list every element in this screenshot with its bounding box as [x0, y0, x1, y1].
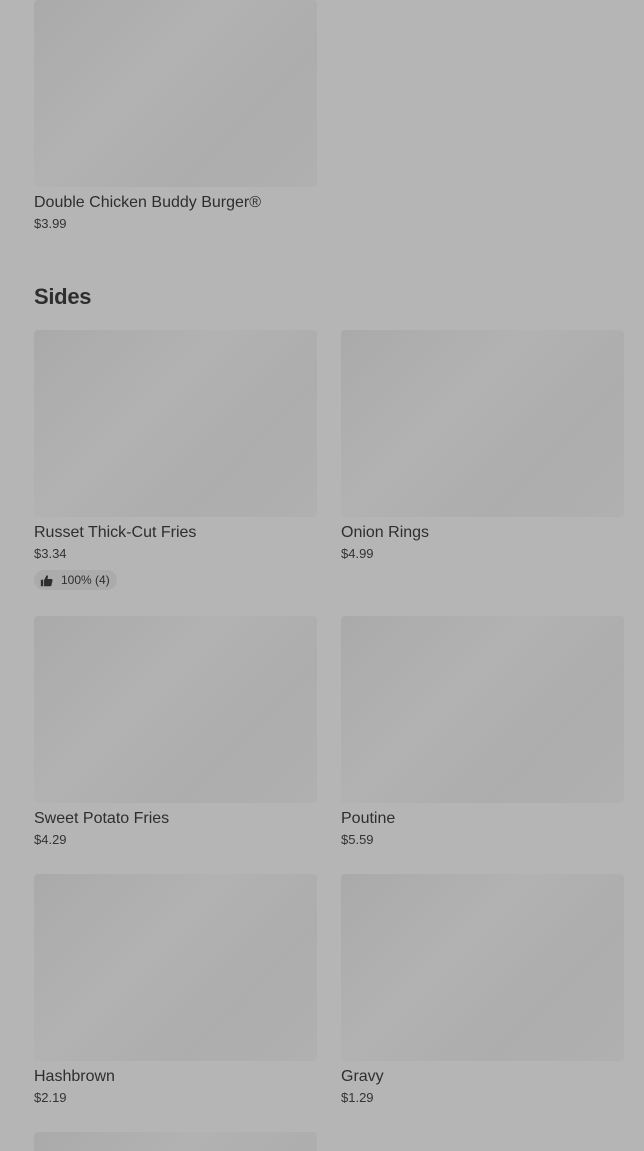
- menu-item-image[interactable]: [341, 330, 624, 517]
- menu-item-image[interactable]: [34, 330, 317, 517]
- menu-item-card[interactable]: Gravy $1.29: [341, 874, 624, 1106]
- thumbs-up-icon: [40, 574, 53, 586]
- menu-item-image[interactable]: [34, 874, 317, 1061]
- menu-item-card[interactable]: Onion Rings $4.99: [341, 330, 624, 562]
- menu-item-card[interactable]: Sweet Potato Fries $4.29: [34, 616, 317, 848]
- section-title-sides: Sides: [34, 284, 92, 309]
- menu-item-price: $1.29: [341, 1090, 374, 1105]
- menu-item-name: Gravy: [341, 1068, 384, 1085]
- menu-item-name: Russet Thick-Cut Fries: [34, 524, 197, 541]
- menu-item-image[interactable]: [341, 616, 624, 803]
- menu-item-price: $2.19: [34, 1090, 67, 1105]
- menu-item-price: $5.59: [341, 832, 374, 847]
- rating-text: 100% (4): [61, 573, 110, 587]
- menu-item-image[interactable]: [341, 874, 624, 1061]
- menu-item-name: Poutine: [341, 810, 396, 827]
- menu-item-name: Onion Rings: [341, 524, 430, 541]
- menu-item-image[interactable]: [34, 616, 317, 803]
- menu-item-price: $3.99: [34, 216, 67, 231]
- menu-item-name: Sweet Potato Fries: [34, 810, 170, 827]
- menu-item-card[interactable]: Russet Thick-Cut Fries $3.34 100% (4): [34, 330, 317, 592]
- menu-item-card[interactable]: Double Chicken Buddy Burger® $3.99: [34, 0, 317, 232]
- menu-item-name: Double Chicken Buddy Burger®: [34, 194, 262, 211]
- menu-item-card[interactable]: Hashbrown $2.19: [34, 874, 317, 1106]
- menu-item-name: Hashbrown: [34, 1068, 115, 1085]
- rating-badge: 100% (4): [34, 570, 117, 590]
- menu-page: Double Chicken Buddy Burger® $3.99 Sides…: [0, 0, 644, 1151]
- menu-item-image[interactable]: [34, 0, 317, 187]
- menu-item-card[interactable]: Poutine $5.59: [341, 616, 624, 848]
- menu-item-price: $3.34: [34, 546, 67, 561]
- menu-item-price: $4.99: [341, 546, 374, 561]
- menu-item-image[interactable]: [34, 1132, 317, 1151]
- menu-item-price: $4.29: [34, 832, 67, 847]
